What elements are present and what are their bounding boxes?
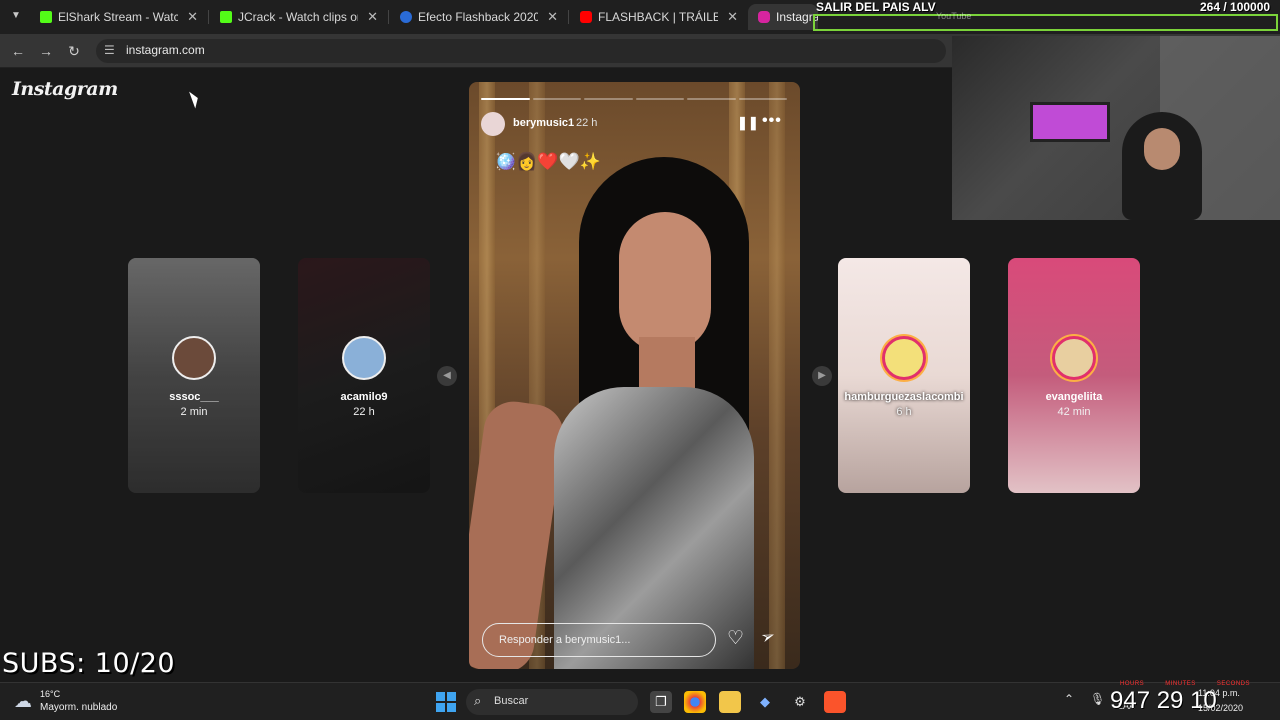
clock-time[interactable]: 11:04 p.m. bbox=[1198, 688, 1240, 698]
previous-story-chevron-icon[interactable]: ◀ bbox=[437, 366, 457, 386]
windows-start-icon[interactable] bbox=[436, 692, 456, 712]
settings-gear-icon[interactable]: ⚙ bbox=[789, 691, 811, 713]
mouse-cursor-icon bbox=[189, 89, 201, 109]
weather-description: Mayorm. nublado bbox=[40, 702, 118, 713]
timer-unit-labels: HOURS MINUTES SECONDS bbox=[1120, 681, 1250, 687]
tray-chevron-up-icon[interactable]: ⌃ bbox=[1064, 692, 1074, 706]
story-progress-bar bbox=[481, 98, 787, 100]
clock-date[interactable]: 15/02/2020 bbox=[1198, 703, 1243, 713]
close-tab-icon[interactable]: ✕ bbox=[367, 4, 378, 30]
goal-progress-bar bbox=[813, 14, 1278, 31]
instagram-icon bbox=[758, 11, 770, 23]
avatar[interactable] bbox=[481, 112, 505, 136]
avatar bbox=[342, 336, 386, 380]
tab-efecto-flashback[interactable]: Efecto Flashback 2020 - Pelíc ✕ bbox=[390, 4, 566, 30]
avatar bbox=[172, 336, 216, 380]
instagram-logo[interactable]: Instagram bbox=[12, 78, 118, 100]
pause-icon[interactable]: ❚❚ bbox=[737, 115, 759, 131]
story-progress-segment bbox=[738, 98, 787, 100]
youtube-ghost-label: YouTube bbox=[936, 11, 972, 21]
story-time: 22 h bbox=[576, 117, 598, 129]
tab-elshark[interactable]: ElShark Stream - Watch Live ✕ bbox=[30, 4, 206, 30]
search-label: Buscar bbox=[494, 695, 529, 707]
stream-goal-title: SALIR DEL PAIS ALV bbox=[816, 0, 936, 14]
windows-taskbar: ☁ 16°C Mayorm. nublado ⌕ Buscar ❐ ◆ ⚙ ⌃ … bbox=[0, 682, 1280, 720]
avatar bbox=[882, 336, 926, 380]
story-username: hamburguezaslacombi bbox=[844, 391, 964, 403]
story-progress-segment bbox=[584, 98, 633, 100]
story-username[interactable]: berymusic1 bbox=[513, 117, 574, 129]
url-text: instagram.com bbox=[126, 43, 205, 57]
reload-icon[interactable]: ↻ bbox=[64, 41, 84, 61]
story-username: acamilo9 bbox=[340, 391, 388, 403]
youtube-icon bbox=[580, 11, 592, 23]
timer-seconds-label: SECONDS bbox=[1216, 681, 1250, 687]
subs-counter-overlay: SUBS: 10/20 bbox=[2, 648, 176, 679]
taskbar-search[interactable]: ⌕ Buscar bbox=[466, 689, 638, 715]
more-options-icon[interactable]: ••• bbox=[762, 112, 782, 130]
story-emoji-sticker: 🪩👩‍❤️🤍✨ bbox=[495, 152, 601, 171]
story-header: berymusic1 22 h ❚❚ ••• bbox=[481, 112, 791, 136]
screen: ▼ ElShark Stream - Watch Live ✕ JCrack -… bbox=[0, 0, 1280, 720]
story-time: 2 min bbox=[180, 406, 208, 418]
file-explorer-icon[interactable] bbox=[719, 691, 741, 713]
microphone-icon[interactable]: 🎙 bbox=[1090, 692, 1105, 706]
forward-arrow-icon[interactable]: → bbox=[36, 41, 56, 61]
story-time: 6 h bbox=[896, 406, 912, 418]
story-username: sssoc___ bbox=[169, 391, 219, 403]
avatar bbox=[1052, 336, 1096, 380]
story-progress-segment bbox=[635, 98, 684, 100]
weather-temperature: 16°C bbox=[40, 689, 61, 699]
story-photo-person bbox=[619, 212, 711, 352]
close-tab-icon[interactable]: ✕ bbox=[727, 4, 738, 30]
timer-hours-label: HOURS bbox=[1120, 681, 1145, 687]
story-card-hamburguezaslacombi[interactable]: hamburguezaslacombi 6 h bbox=[838, 258, 970, 493]
story-card-sssoc[interactable]: sssoc___ 2 min bbox=[128, 258, 260, 493]
site-settings-icon[interactable]: ☰ bbox=[104, 43, 115, 57]
close-tab-icon[interactable]: ✕ bbox=[547, 4, 558, 30]
cloud-weather-icon[interactable]: ☁ bbox=[14, 691, 32, 712]
streamer-webcam-overlay bbox=[952, 36, 1280, 220]
cuevana-icon bbox=[400, 11, 412, 23]
address-bar[interactable]: ☰ instagram.com bbox=[96, 39, 946, 63]
next-story-chevron-icon[interactable]: ▶ bbox=[812, 366, 832, 386]
story-progress-segment bbox=[532, 98, 581, 100]
app-icon[interactable]: ◆ bbox=[754, 691, 776, 713]
kick-icon bbox=[220, 11, 232, 23]
tab-search-chevron-icon[interactable]: ▼ bbox=[6, 6, 26, 26]
task-view-icon[interactable]: ❐ bbox=[650, 691, 672, 713]
story-reply-input[interactable]: Responder a berymusic1... bbox=[482, 623, 716, 657]
brave-icon[interactable] bbox=[824, 691, 846, 713]
tab-flashback-trailer[interactable]: FLASHBACK | TRÁILER OFICIA ✕ bbox=[570, 4, 746, 30]
search-icon: ⌕ bbox=[474, 693, 482, 708]
like-heart-icon[interactable]: ♡ bbox=[727, 627, 744, 650]
chrome-icon[interactable] bbox=[684, 691, 706, 713]
timer-minutes-label: MINUTES bbox=[1165, 681, 1196, 687]
stream-goal-counter: 264 / 100000 bbox=[1200, 0, 1271, 14]
kick-icon bbox=[40, 11, 52, 23]
story-progress-segment bbox=[687, 98, 736, 100]
story-card-evangeliita[interactable]: evangeliita 42 min bbox=[1008, 258, 1140, 493]
back-arrow-icon[interactable]: ← bbox=[8, 41, 28, 61]
story-progress-segment bbox=[481, 98, 530, 100]
active-story-viewer[interactable]: berymusic1 22 h ❚❚ ••• 🪩👩‍❤️🤍✨ Responder… bbox=[469, 82, 800, 669]
story-time: 22 h bbox=[353, 406, 375, 418]
tab-jcrack[interactable]: JCrack - Watch clips on Kick ✕ bbox=[210, 4, 386, 30]
story-card-acamilo9[interactable]: acamilo9 22 h bbox=[298, 258, 430, 493]
webcam-monitor bbox=[1030, 102, 1110, 142]
close-tab-icon[interactable]: ✕ bbox=[187, 4, 198, 30]
story-username: evangeliita bbox=[1045, 391, 1103, 403]
tab-instagram[interactable]: Instagram bbox=[748, 4, 818, 30]
story-time: 42 min bbox=[1057, 406, 1091, 418]
